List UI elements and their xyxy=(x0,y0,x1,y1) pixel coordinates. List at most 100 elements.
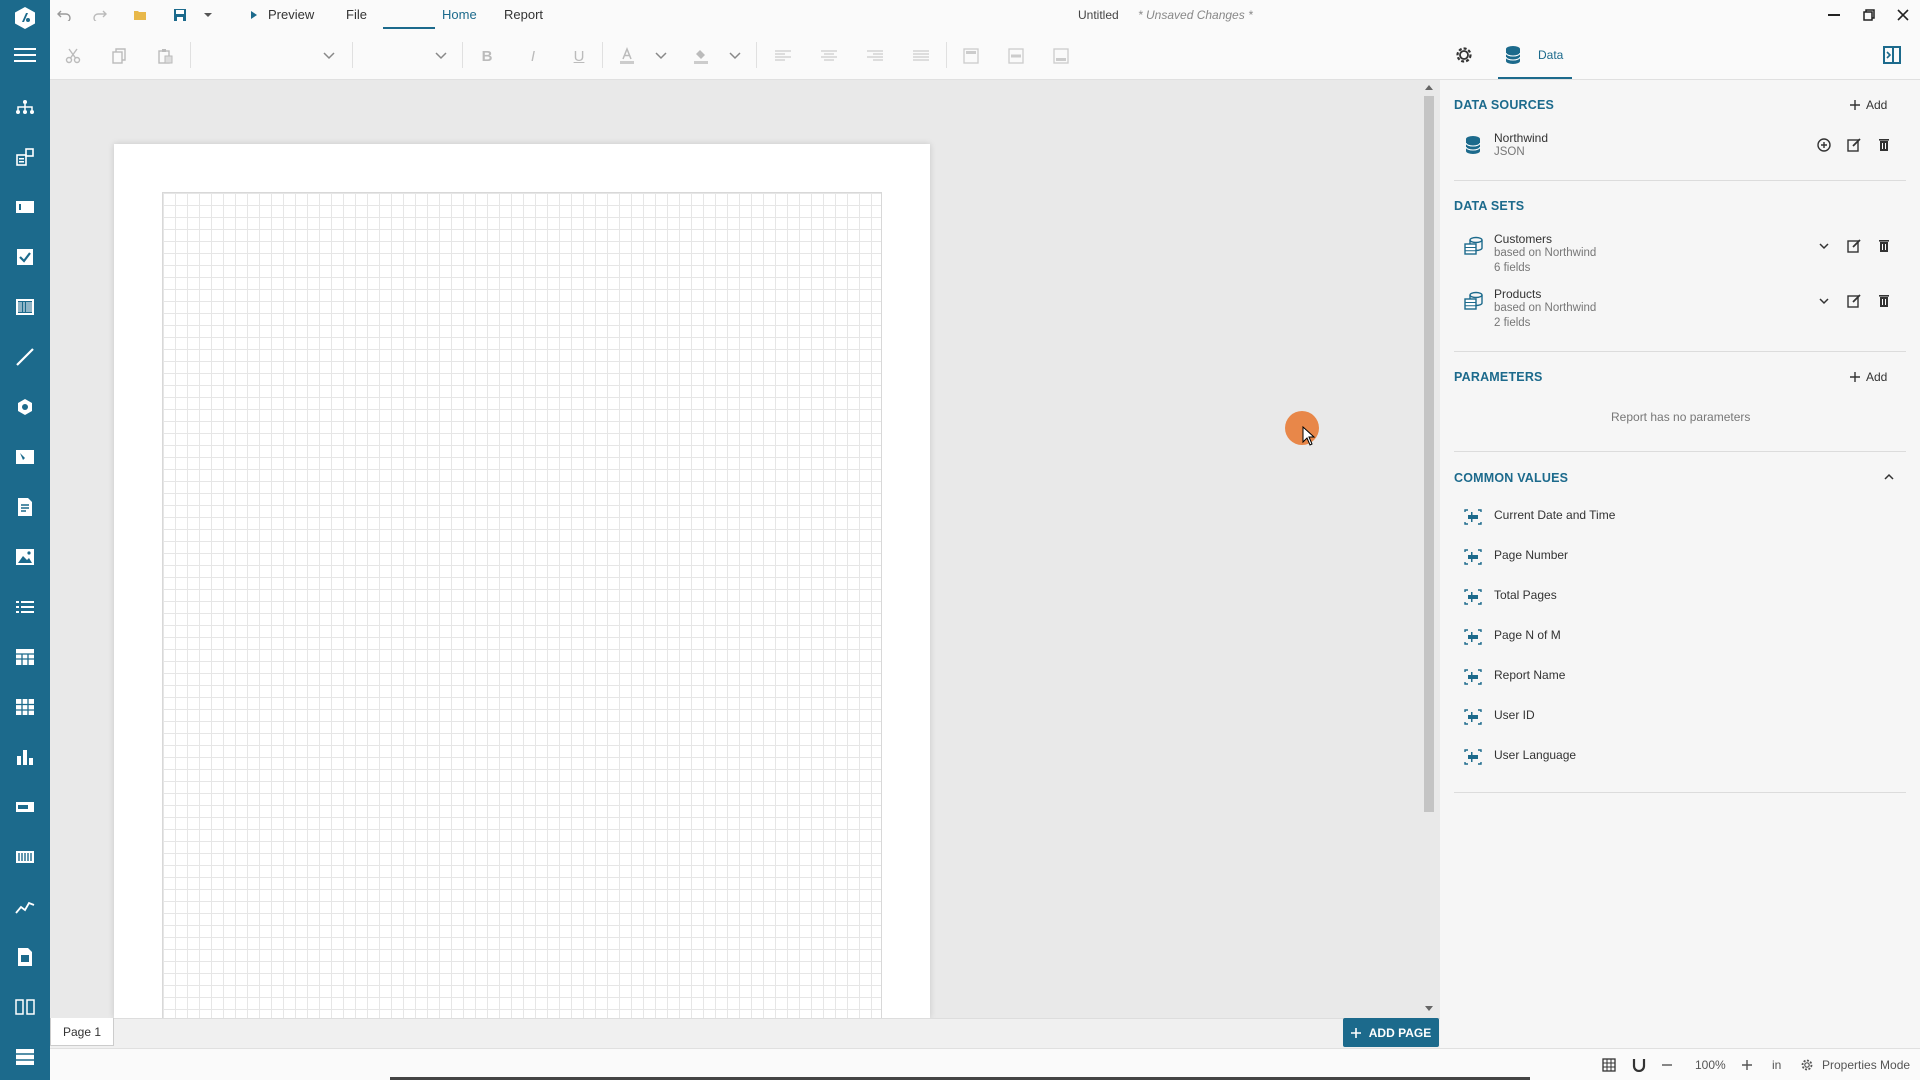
table-tool-icon[interactable] xyxy=(12,644,38,670)
data-set-customers-name[interactable]: Customers xyxy=(1494,232,1552,246)
properties-mode-button[interactable]: Properties Mode xyxy=(1822,1058,1910,1072)
text-color-chevron-icon[interactable] xyxy=(654,48,668,62)
italic-icon[interactable]: I xyxy=(522,45,544,67)
redo-icon[interactable] xyxy=(92,7,108,23)
page-tabs-bar xyxy=(50,1018,1440,1048)
vertical-scrollbar[interactable] xyxy=(1422,84,1436,1014)
collapse-common-values-chevron-icon[interactable] xyxy=(1882,470,1898,486)
hamburger-menu-icon[interactable] xyxy=(12,42,38,68)
zoom-out-icon[interactable] xyxy=(1660,1058,1674,1072)
subreport-tool-icon[interactable] xyxy=(12,944,38,970)
database-icon[interactable] xyxy=(1504,45,1522,65)
image-tool-icon[interactable] xyxy=(12,544,38,570)
formatted-text-tool-icon[interactable] xyxy=(12,444,38,470)
add-parameter-button[interactable]: Add xyxy=(1850,370,1887,384)
zoom-in-icon[interactable] xyxy=(1740,1058,1754,1072)
expand-customers-chevron-icon[interactable] xyxy=(1816,238,1832,254)
sparkline-bar-tool-icon[interactable] xyxy=(12,844,38,870)
font-size-dropdown-chevron-icon[interactable] xyxy=(434,48,448,62)
overflow-placeholder-tool-icon[interactable] xyxy=(12,994,38,1020)
underline-icon[interactable]: U xyxy=(568,45,590,67)
edit-data-set-icon[interactable] xyxy=(1846,293,1862,309)
copy-icon[interactable] xyxy=(108,45,130,67)
textbox-tool-icon[interactable] xyxy=(12,194,38,220)
open-folder-icon[interactable] xyxy=(132,7,148,23)
menu-home[interactable]: Home xyxy=(442,7,477,22)
checkbox-tool-icon[interactable] xyxy=(12,244,38,270)
fill-color-chevron-icon[interactable] xyxy=(728,48,742,62)
align-right-icon[interactable] xyxy=(864,45,886,67)
restore-icon[interactable] xyxy=(1860,6,1878,24)
ribbon-toolbar: B I U xyxy=(50,30,1420,80)
page-tab-1[interactable]: Page 1 xyxy=(50,1018,114,1046)
add-data-source-button[interactable]: Add xyxy=(1850,98,1887,112)
common-value-item[interactable]: Page Number xyxy=(1494,548,1568,562)
barcode-tool-icon[interactable] xyxy=(12,294,38,320)
close-icon[interactable] xyxy=(1894,6,1912,24)
common-value-item[interactable]: Total Pages xyxy=(1494,588,1557,602)
edit-data-set-icon[interactable] xyxy=(1846,238,1862,254)
common-value-item[interactable]: Page N of M xyxy=(1494,628,1561,642)
add-page-button[interactable]: ADD PAGE xyxy=(1343,1018,1439,1047)
scrollbar-thumb[interactable] xyxy=(1424,96,1434,812)
toggle-panel-icon[interactable] xyxy=(1882,45,1902,65)
vertical-align-middle-icon[interactable] xyxy=(1005,45,1027,67)
vertical-align-top-icon[interactable] xyxy=(960,45,982,67)
align-left-icon[interactable] xyxy=(772,45,794,67)
common-value-item[interactable]: Current Date and Time xyxy=(1494,508,1615,522)
scroll-up-arrow-icon xyxy=(1425,85,1433,90)
common-value-item[interactable]: Report Name xyxy=(1494,668,1565,682)
title-bar: Preview File Home Report xyxy=(50,0,1920,30)
common-value-item[interactable]: User Language xyxy=(1494,748,1576,762)
paste-icon[interactable] xyxy=(154,45,176,67)
delete-data-set-icon[interactable] xyxy=(1876,238,1892,254)
fill-color-icon[interactable] xyxy=(690,45,712,67)
delete-data-set-icon[interactable] xyxy=(1876,293,1892,309)
save-icon[interactable] xyxy=(172,7,188,23)
banded-list-tool-icon[interactable] xyxy=(12,1044,38,1070)
list-tool-icon[interactable] xyxy=(12,594,38,620)
edit-data-source-icon[interactable] xyxy=(1846,137,1862,153)
data-set-products-fields: 2 fields xyxy=(1494,317,1531,329)
data-source-type: JSON xyxy=(1494,146,1525,158)
data-tab-label[interactable]: Data xyxy=(1538,48,1563,62)
menu-report[interactable]: Report xyxy=(504,7,543,22)
page-body-grid[interactable] xyxy=(162,192,882,1018)
font-family-dropdown-chevron-icon[interactable] xyxy=(322,48,336,62)
sparkline-tool-icon[interactable] xyxy=(12,894,38,920)
align-center-icon[interactable] xyxy=(818,45,840,67)
chart-tool-icon[interactable] xyxy=(12,744,38,770)
preview-button[interactable]: Preview xyxy=(268,7,314,22)
menu-file[interactable]: File xyxy=(346,7,367,22)
snap-magnet-icon[interactable] xyxy=(1632,1058,1646,1072)
richtext-tool-icon[interactable] xyxy=(12,494,38,520)
common-value-item[interactable]: User ID xyxy=(1494,708,1535,722)
data-source-name[interactable]: Northwind xyxy=(1494,131,1548,145)
preview-play-icon[interactable] xyxy=(246,7,262,23)
bold-icon[interactable]: B xyxy=(476,45,498,67)
vertical-align-bottom-icon[interactable] xyxy=(1050,45,1072,67)
delete-data-source-icon[interactable] xyxy=(1876,137,1892,153)
tablix-tool-icon[interactable] xyxy=(12,694,38,720)
minimize-icon[interactable] xyxy=(1825,6,1843,24)
common-value-field-icon xyxy=(1464,589,1482,605)
group-editor-icon[interactable] xyxy=(12,144,38,170)
properties-mode-gear-icon[interactable] xyxy=(1800,1058,1814,1072)
grid-toggle-icon[interactable] xyxy=(1602,1058,1616,1072)
save-dropdown-chevron-icon[interactable] xyxy=(200,7,216,23)
properties-gear-icon[interactable] xyxy=(1454,45,1474,65)
add-data-set-icon[interactable] xyxy=(1816,137,1832,153)
units-selector[interactable]: in xyxy=(1772,1058,1781,1072)
cut-icon[interactable] xyxy=(62,45,84,67)
undo-icon[interactable] xyxy=(56,7,72,23)
align-justify-icon[interactable] xyxy=(910,45,932,67)
data-set-products-name[interactable]: Products xyxy=(1494,287,1541,301)
zoom-level[interactable]: 100% xyxy=(1695,1058,1726,1072)
shape-tool-icon[interactable] xyxy=(12,394,38,420)
expand-products-chevron-icon[interactable] xyxy=(1816,293,1832,309)
bullet-tool-icon[interactable] xyxy=(12,794,38,820)
toolbox-sidebar xyxy=(0,0,50,1080)
report-explorer-icon[interactable] xyxy=(12,94,38,120)
line-tool-icon[interactable] xyxy=(12,344,38,370)
text-color-icon[interactable] xyxy=(616,45,638,67)
